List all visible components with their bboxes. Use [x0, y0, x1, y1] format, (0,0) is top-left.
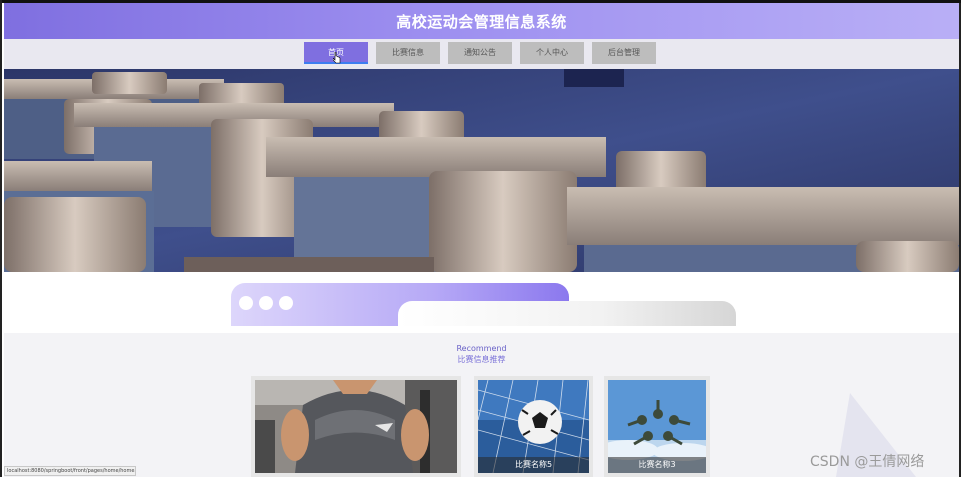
browser-viewport: 高校运动会管理信息系统 首页 比赛信息 通知公告 个人中心 后台管理 — [0, 0, 961, 477]
card-caption: 比赛名称3 — [608, 457, 706, 473]
decoration-dot — [279, 296, 293, 310]
competition-card[interactable]: 比赛名称5 — [474, 376, 593, 477]
csdn-watermark: CSDN @王倩网络 — [810, 454, 925, 470]
nav-item-admin[interactable]: 后台管理 — [592, 42, 656, 64]
card-image-athlete — [255, 380, 457, 473]
card-image-skydiving: 比赛名称3 — [608, 380, 706, 473]
nav-item-competition-info[interactable]: 比赛信息 — [376, 42, 440, 64]
section-title-en: Recommend — [456, 344, 507, 353]
main-nav: 首页 比赛信息 通知公告 个人中心 后台管理 — [4, 39, 959, 69]
section-title-cn: 比赛信息推荐 — [457, 355, 506, 364]
competition-card[interactable]: 比赛名称3 — [604, 376, 710, 477]
hero-banner-classroom — [4, 69, 959, 272]
card-caption: 比赛名称5 — [478, 457, 589, 473]
athlete-photo — [255, 380, 457, 473]
decoration-dot — [259, 296, 273, 310]
card-image-football: 比赛名称5 — [478, 380, 589, 473]
mouse-cursor-icon — [333, 52, 341, 64]
site-title: 高校运动会管理信息系统 — [396, 13, 567, 31]
classroom-illustration — [4, 69, 959, 272]
competition-card[interactable] — [251, 376, 461, 477]
nav-item-personal-center[interactable]: 个人中心 — [520, 42, 584, 64]
nav-item-notices[interactable]: 通知公告 — [448, 42, 512, 64]
section-header-decoration-secondary — [398, 301, 736, 326]
decoration-dot — [239, 296, 253, 310]
browser-status-bar-url: localhost:8080/springboot/front/pages/ho… — [4, 466, 136, 476]
site-header: 高校运动会管理信息系统 — [4, 3, 959, 39]
